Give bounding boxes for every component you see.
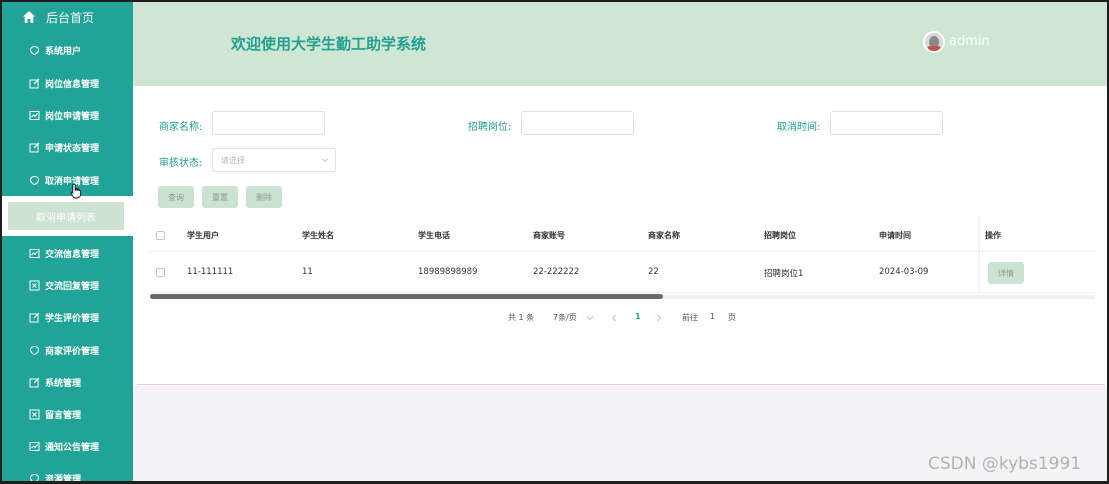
chart-icon xyxy=(29,441,40,452)
table-cell: 18989898989 xyxy=(418,267,478,277)
delete-button[interactable]: 删除 xyxy=(246,186,282,208)
sidebar-item-notices[interactable]: 通知公告管理 xyxy=(0,430,133,462)
table-cell: 11 xyxy=(302,267,313,277)
chevron-down-icon xyxy=(321,158,329,163)
sidebar-item-label: 系统用户 xyxy=(45,46,82,57)
table-row: 11-111111 11 18989898989 22-222222 22 招聘… xyxy=(150,253,1095,293)
sidebar-home-label: 后台首页 xyxy=(46,10,95,25)
position-input[interactable] xyxy=(521,111,634,135)
sidebar-item-system-users[interactable]: 系统用户 xyxy=(0,34,133,66)
review-status-label: 审核状态: xyxy=(159,158,203,169)
sidebar-item-label: 岗位信息管理 xyxy=(45,79,100,90)
sidebar-home[interactable]: 后台首页 xyxy=(0,0,133,34)
column-header: 学生用户 xyxy=(187,231,219,240)
table-header: 学生用户 学生姓名 学生电话 商家账号 商家名称 招聘岗位 申请时间 操作 xyxy=(150,220,1095,252)
next-page-icon[interactable] xyxy=(655,314,663,322)
sidebar: 后台首页 系统用户 岗位信息管理 岗位申请管理 申请状态管理 取消申请管理 取消… xyxy=(0,0,133,484)
chart-icon xyxy=(29,248,40,259)
sidebar-item-position-info[interactable]: 岗位信息管理 xyxy=(0,67,133,99)
edit-icon xyxy=(29,377,40,388)
prev-page-icon[interactable] xyxy=(610,314,618,322)
edit-icon xyxy=(29,78,40,89)
sidebar-item-system[interactable]: 系统管理 xyxy=(0,366,133,398)
column-header: 商家账号 xyxy=(533,231,565,240)
column-header: 学生电话 xyxy=(418,231,450,240)
sidebar-item-label: 资源管理 xyxy=(45,474,82,484)
sidebar-item-label: 留言管理 xyxy=(45,410,82,421)
merchant-name-label: 商家名称: xyxy=(159,122,203,133)
page-size-select[interactable]: 7条/页 xyxy=(553,312,577,323)
sidebar-item-exchange-reply[interactable]: 交流回复管理 xyxy=(0,269,133,301)
goto-input[interactable]: 1 xyxy=(710,312,715,321)
table-cell: 2024-03-09 xyxy=(879,267,929,277)
sidebar-item-label: 系统管理 xyxy=(45,378,82,389)
column-header: 学生姓名 xyxy=(302,231,334,240)
bubble-icon xyxy=(29,473,40,484)
column-header: 商家名称 xyxy=(648,231,680,240)
review-status-select[interactable]: 请选择 xyxy=(212,148,336,172)
edit-icon xyxy=(29,142,40,153)
table-cell: 22 xyxy=(648,267,659,277)
home-icon xyxy=(23,11,35,23)
chevron-down-icon xyxy=(586,316,594,321)
avatar[interactable] xyxy=(923,31,945,53)
position-label: 招聘岗位: xyxy=(468,122,512,133)
pagination-total: 共 1 条 xyxy=(508,313,535,322)
hand-cursor-icon xyxy=(70,183,82,199)
review-status-placeholder: 请选择 xyxy=(221,155,245,165)
sidebar-submenu: 取消申请列表 xyxy=(0,196,133,236)
sidebar-item-label: 通知公告管理 xyxy=(45,442,100,453)
edit-icon xyxy=(29,312,40,323)
table-cell: 11-111111 xyxy=(187,267,234,277)
sidebar-subitem-cancel-list[interactable]: 取消申请列表 xyxy=(8,202,124,230)
sidebar-item-position-apply[interactable]: 岗位申请管理 xyxy=(0,99,133,131)
sidebar-item-label: 申请状态管理 xyxy=(45,143,100,154)
column-header: 招聘岗位 xyxy=(764,231,796,240)
detail-button[interactable]: 详情 xyxy=(988,262,1024,284)
sidebar-item-apply-status[interactable]: 申请状态管理 xyxy=(0,131,133,163)
sidebar-item-label: 商家评价管理 xyxy=(45,346,100,357)
cancel-time-input[interactable] xyxy=(830,111,943,135)
close-box-icon xyxy=(29,409,40,420)
merchant-name-input[interactable] xyxy=(212,111,325,135)
sidebar-item-label: 岗位申请管理 xyxy=(45,111,100,122)
column-header: 申请时间 xyxy=(879,231,911,240)
page-title: 欢迎使用大学生勤工助学系统 xyxy=(231,35,427,53)
select-all-checkbox[interactable] xyxy=(156,231,165,240)
main-panel: 商家名称: 招聘岗位: 取消时间: 审核状态: 请选择 查询 重置 删除 学生用… xyxy=(137,90,1105,385)
scrollbar-thumb[interactable] xyxy=(150,294,663,299)
sidebar-item-label: 学生评价管理 xyxy=(45,313,100,324)
sidebar-item-resources[interactable]: 资源管理 xyxy=(0,462,133,484)
bubble-icon xyxy=(29,345,40,356)
cancel-time-label: 取消时间: xyxy=(777,122,821,133)
goto-label: 前往 xyxy=(682,313,698,322)
query-button[interactable]: 查询 xyxy=(158,186,194,208)
sidebar-item-cancel-apply[interactable]: 取消申请管理 xyxy=(0,164,133,196)
table-cell: 22-222222 xyxy=(533,267,580,277)
close-box-icon xyxy=(29,280,40,291)
sidebar-item-exchange-info[interactable]: 交流信息管理 xyxy=(0,237,133,269)
table-cell: 招聘岗位1 xyxy=(764,269,804,279)
page-suffix: 页 xyxy=(728,313,736,322)
header: 欢迎使用大学生勤工助学系统 admin xyxy=(133,0,1109,86)
sidebar-item-label: 交流回复管理 xyxy=(45,281,100,292)
watermark: CSDN @kybs1991 xyxy=(928,454,1082,474)
bubble-icon xyxy=(29,175,40,186)
sidebar-item-label: 交流信息管理 xyxy=(45,249,100,260)
bubble-icon xyxy=(29,45,40,56)
sidebar-item-merchant-review[interactable]: 商家评价管理 xyxy=(0,334,133,366)
sidebar-item-student-review[interactable]: 学生评价管理 xyxy=(0,301,133,333)
reset-button[interactable]: 重置 xyxy=(202,186,238,208)
row-checkbox[interactable] xyxy=(156,268,165,277)
chart-icon xyxy=(29,110,40,121)
user-name[interactable]: admin xyxy=(949,34,990,49)
sidebar-item-messages[interactable]: 留言管理 xyxy=(0,398,133,430)
current-page[interactable]: 1 xyxy=(635,312,641,321)
